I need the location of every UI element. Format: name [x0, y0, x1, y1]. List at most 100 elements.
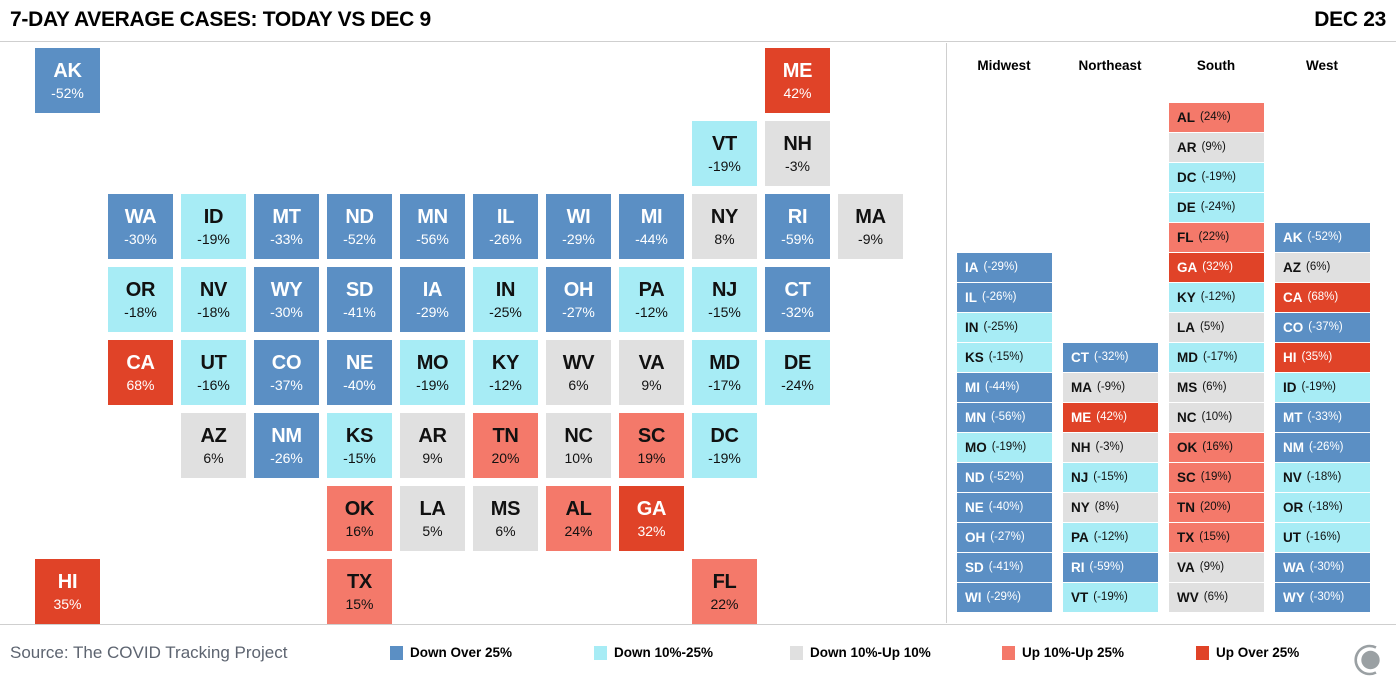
state-tile-mo[interactable]: MO -19%	[400, 340, 465, 405]
region-item-ne[interactable]: NE (-40%)	[957, 493, 1052, 523]
region-item-nd[interactable]: ND (-52%)	[957, 463, 1052, 493]
region-item-hi[interactable]: HI (35%)	[1275, 343, 1370, 373]
region-item-va[interactable]: VA (9%)	[1169, 553, 1264, 583]
state-tile-wy[interactable]: WY -30%	[254, 267, 319, 332]
region-item-ri[interactable]: RI (-59%)	[1063, 553, 1158, 583]
region-item-ok[interactable]: OK (16%)	[1169, 433, 1264, 463]
state-tile-sd[interactable]: SD -41%	[327, 267, 392, 332]
region-item-mt[interactable]: MT (-33%)	[1275, 403, 1370, 433]
region-item-ky[interactable]: KY (-12%)	[1169, 283, 1264, 313]
region-item-az[interactable]: AZ (6%)	[1275, 253, 1370, 283]
state-tile-nd[interactable]: ND -52%	[327, 194, 392, 259]
region-item-sd[interactable]: SD (-41%)	[957, 553, 1052, 583]
state-tile-nc[interactable]: NC 10%	[546, 413, 611, 478]
legend-item-up-over-25[interactable]: Up Over 25%	[1196, 645, 1299, 660]
region-item-me[interactable]: ME (42%)	[1063, 403, 1158, 433]
region-item-oh[interactable]: OH (-27%)	[957, 523, 1052, 553]
region-item-ct[interactable]: CT (-32%)	[1063, 343, 1158, 373]
region-item-nm[interactable]: NM (-26%)	[1275, 433, 1370, 463]
state-tile-mi[interactable]: MI -44%	[619, 194, 684, 259]
region-item-ma[interactable]: MA (-9%)	[1063, 373, 1158, 403]
region-item-or[interactable]: OR (-18%)	[1275, 493, 1370, 523]
region-item-la[interactable]: LA (5%)	[1169, 313, 1264, 343]
state-tile-ny[interactable]: NY 8%	[692, 194, 757, 259]
state-tile-ar[interactable]: AR 9%	[400, 413, 465, 478]
state-tile-ri[interactable]: RI -59%	[765, 194, 830, 259]
region-item-id[interactable]: ID (-19%)	[1275, 373, 1370, 403]
region-item-fl[interactable]: FL (22%)	[1169, 223, 1264, 253]
region-item-mi[interactable]: MI (-44%)	[957, 373, 1052, 403]
state-tile-mt[interactable]: MT -33%	[254, 194, 319, 259]
state-tile-in[interactable]: IN -25%	[473, 267, 538, 332]
state-tile-wa[interactable]: WA -30%	[108, 194, 173, 259]
region-item-ga[interactable]: GA (32%)	[1169, 253, 1264, 283]
state-tile-mn[interactable]: MN -56%	[400, 194, 465, 259]
state-tile-de[interactable]: DE -24%	[765, 340, 830, 405]
state-tile-co[interactable]: CO -37%	[254, 340, 319, 405]
state-tile-al[interactable]: AL 24%	[546, 486, 611, 551]
region-item-tn[interactable]: TN (20%)	[1169, 493, 1264, 523]
state-tile-ak[interactable]: AK -52%	[35, 48, 100, 113]
region-item-mo[interactable]: MO (-19%)	[957, 433, 1052, 463]
state-tile-nm[interactable]: NM -26%	[254, 413, 319, 478]
state-tile-me[interactable]: ME 42%	[765, 48, 830, 113]
region-item-de[interactable]: DE (-24%)	[1169, 193, 1264, 223]
region-item-nv[interactable]: NV (-18%)	[1275, 463, 1370, 493]
state-tile-ky[interactable]: KY -12%	[473, 340, 538, 405]
region-item-ut[interactable]: UT (-16%)	[1275, 523, 1370, 553]
region-item-wy[interactable]: WY (-30%)	[1275, 583, 1370, 613]
state-tile-nv[interactable]: NV -18%	[181, 267, 246, 332]
region-item-ar[interactable]: AR (9%)	[1169, 133, 1264, 163]
state-tile-sc[interactable]: SC 19%	[619, 413, 684, 478]
state-tile-ok[interactable]: OK 16%	[327, 486, 392, 551]
state-tile-wv[interactable]: WV 6%	[546, 340, 611, 405]
region-item-tx[interactable]: TX (15%)	[1169, 523, 1264, 553]
state-tile-ga[interactable]: GA 32%	[619, 486, 684, 551]
region-item-md[interactable]: MD (-17%)	[1169, 343, 1264, 373]
region-item-ks[interactable]: KS (-15%)	[957, 343, 1052, 373]
legend-item-up-10-25[interactable]: Up 10%-Up 25%	[1002, 645, 1124, 660]
state-tile-wi[interactable]: WI -29%	[546, 194, 611, 259]
legend-item-down-over-25[interactable]: Down Over 25%	[390, 645, 512, 660]
region-item-sc[interactable]: SC (19%)	[1169, 463, 1264, 493]
state-tile-or[interactable]: OR -18%	[108, 267, 173, 332]
state-tile-tx[interactable]: TX 15%	[327, 559, 392, 624]
region-item-nc[interactable]: NC (10%)	[1169, 403, 1264, 433]
state-tile-nj[interactable]: NJ -15%	[692, 267, 757, 332]
region-item-nj[interactable]: NJ (-15%)	[1063, 463, 1158, 493]
state-tile-pa[interactable]: PA -12%	[619, 267, 684, 332]
state-tile-hi[interactable]: HI 35%	[35, 559, 100, 624]
region-item-wa[interactable]: WA (-30%)	[1275, 553, 1370, 583]
state-tile-il[interactable]: IL -26%	[473, 194, 538, 259]
region-item-vt[interactable]: VT (-19%)	[1063, 583, 1158, 613]
state-tile-tn[interactable]: TN 20%	[473, 413, 538, 478]
region-item-al[interactable]: AL (24%)	[1169, 103, 1264, 133]
state-tile-dc[interactable]: DC -19%	[692, 413, 757, 478]
region-item-pa[interactable]: PA (-12%)	[1063, 523, 1158, 553]
state-tile-ia[interactable]: IA -29%	[400, 267, 465, 332]
region-item-nh[interactable]: NH (-3%)	[1063, 433, 1158, 463]
state-tile-ne[interactable]: NE -40%	[327, 340, 392, 405]
state-tile-id[interactable]: ID -19%	[181, 194, 246, 259]
state-tile-nh[interactable]: NH -3%	[765, 121, 830, 186]
state-tile-ut[interactable]: UT -16%	[181, 340, 246, 405]
region-item-ia[interactable]: IA (-29%)	[957, 253, 1052, 283]
region-item-in[interactable]: IN (-25%)	[957, 313, 1052, 343]
region-item-dc[interactable]: DC (-19%)	[1169, 163, 1264, 193]
state-tile-ks[interactable]: KS -15%	[327, 413, 392, 478]
state-tile-az[interactable]: AZ 6%	[181, 413, 246, 478]
region-item-ca[interactable]: CA (68%)	[1275, 283, 1370, 313]
state-tile-vt[interactable]: VT -19%	[692, 121, 757, 186]
region-item-ak[interactable]: AK (-52%)	[1275, 223, 1370, 253]
state-tile-ct[interactable]: CT -32%	[765, 267, 830, 332]
region-item-ms[interactable]: MS (6%)	[1169, 373, 1264, 403]
state-tile-va[interactable]: VA 9%	[619, 340, 684, 405]
state-tile-ca[interactable]: CA 68%	[108, 340, 173, 405]
region-item-co[interactable]: CO (-37%)	[1275, 313, 1370, 343]
state-tile-ms[interactable]: MS 6%	[473, 486, 538, 551]
region-item-wi[interactable]: WI (-29%)	[957, 583, 1052, 613]
legend-item-flat[interactable]: Down 10%-Up 10%	[790, 645, 931, 660]
state-tile-fl[interactable]: FL 22%	[692, 559, 757, 624]
state-tile-oh[interactable]: OH -27%	[546, 267, 611, 332]
region-item-il[interactable]: IL (-26%)	[957, 283, 1052, 313]
